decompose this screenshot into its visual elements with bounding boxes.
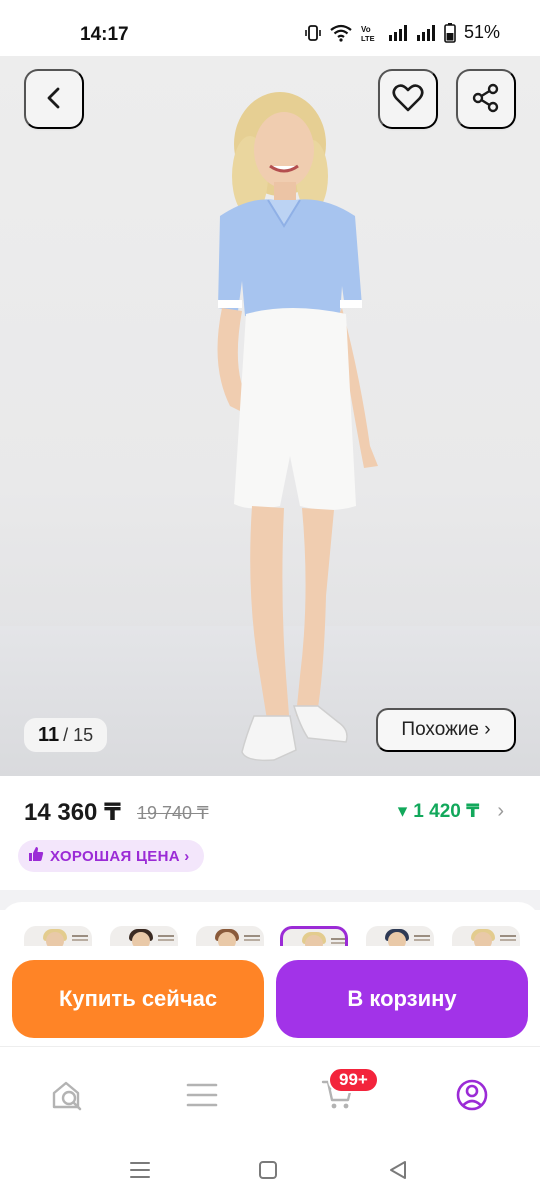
- good-price-label: ХОРОШАЯ ЦЕНА ›: [50, 847, 190, 865]
- old-price: 19 740 ₸: [137, 803, 209, 823]
- photo-counter: 11 / 15: [24, 718, 108, 752]
- battery-percent: 51%: [463, 22, 500, 42]
- vibrate-icon: [304, 24, 322, 42]
- svg-text:Vo: Vo: [361, 25, 371, 34]
- bottom-navigation: 99+: [0, 1046, 540, 1140]
- signal-2-icon: [416, 24, 436, 41]
- share-icon: [471, 83, 501, 116]
- volte-icon: Vo LTE: [360, 23, 380, 43]
- home-search-icon: [50, 1077, 86, 1118]
- status-bar: 14:17 Vo LTE 51%: [0, 0, 540, 56]
- model-figure: [217, 92, 378, 762]
- system-navigation: [0, 1140, 540, 1200]
- chevron-left-icon: [41, 85, 67, 114]
- back-button[interactable]: [24, 69, 84, 129]
- current-price: 14 360 ₸: [24, 799, 121, 826]
- nav-profile[interactable]: [450, 1075, 494, 1119]
- thumbs-up-icon: [28, 846, 44, 866]
- profile-icon: [455, 1078, 489, 1117]
- svg-text:LTE: LTE: [361, 34, 375, 43]
- buy-now-button[interactable]: Купить сейчас: [12, 960, 264, 1038]
- nav-home-search[interactable]: [46, 1075, 90, 1119]
- product-photo[interactable]: 11 / 15 Похожие ›: [0, 56, 540, 776]
- bonus-value: 1 420 ₸: [413, 801, 480, 822]
- home-icon[interactable]: [254, 1156, 282, 1184]
- photo-counter-total: / 15: [63, 724, 94, 745]
- back-icon[interactable]: [384, 1156, 412, 1184]
- bonus-down-arrow-icon: ▾: [397, 801, 408, 822]
- chevron-right-icon: ›: [497, 800, 504, 822]
- share-button[interactable]: [456, 69, 516, 129]
- photo-counter-current: 11: [38, 723, 60, 746]
- menu-icon: [186, 1082, 218, 1113]
- recent-apps-icon[interactable]: [126, 1156, 154, 1184]
- battery-icon: [444, 22, 456, 43]
- signal-1-icon: [388, 24, 408, 41]
- status-time: 14:17: [80, 24, 129, 45]
- price-card: 14 360 ₸ 19 740 ₸ ▾ 1 420 ₸ › ХОРОШАЯ ЦЕ…: [0, 776, 540, 890]
- action-bar: Купить сейчас В корзину: [0, 946, 540, 1046]
- status-icons: Vo LTE 51%: [304, 22, 500, 43]
- similar-button[interactable]: Похожие ›: [376, 708, 516, 752]
- good-price-badge[interactable]: ХОРОШАЯ ЦЕНА ›: [18, 840, 204, 872]
- cart-badge: 99+: [328, 1067, 379, 1093]
- add-to-cart-button[interactable]: В корзину: [276, 960, 528, 1038]
- heart-icon: [392, 83, 424, 116]
- favorite-button[interactable]: [378, 69, 438, 129]
- wifi-icon: [330, 24, 352, 42]
- nav-catalog[interactable]: [180, 1075, 224, 1119]
- bonus-amount[interactable]: ▾ 1 420 ₸ ›: [398, 800, 504, 823]
